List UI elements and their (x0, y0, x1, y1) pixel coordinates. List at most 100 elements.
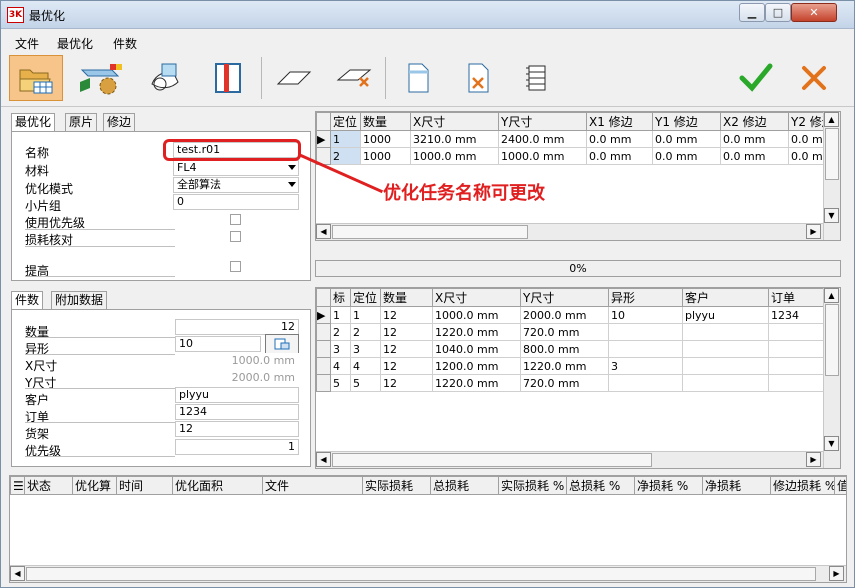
tab-parts[interactable]: 件数 (11, 291, 44, 310)
menu-file[interactable]: 文件 (15, 35, 39, 52)
table-cell[interactable]: 4 (350, 357, 381, 375)
parts-hscrollbar[interactable]: ◀ ▶ (316, 451, 823, 468)
ok-button[interactable] (729, 55, 783, 101)
table-cell[interactable]: 12 (380, 340, 433, 358)
column-header[interactable]: 净损耗 (702, 476, 771, 495)
column-header[interactable]: 异形 (608, 288, 683, 307)
prio-input[interactable]: 1 (175, 439, 299, 455)
scroll-left-icon[interactable]: ◀ (316, 224, 331, 239)
table-cell[interactable]: 0.0 mm (586, 130, 653, 148)
table-cell[interactable]: 1040.0 mm (432, 340, 521, 358)
table-cell[interactable]: 0.0 mm (652, 147, 721, 165)
table-cell[interactable]: 5 (330, 374, 351, 392)
column-header[interactable]: 定位 (350, 288, 381, 307)
table-cell[interactable]: 3210.0 mm (410, 130, 499, 148)
table-cell[interactable]: 1000 (360, 130, 411, 148)
scroll-left-icon[interactable]: ◀ (10, 566, 25, 581)
table-cell[interactable]: 1000.0 mm (498, 147, 587, 165)
table-cell[interactable]: 720.0 mm (520, 374, 609, 392)
scroll-thumb[interactable] (825, 128, 839, 180)
sheets-vscrollbar[interactable]: ▲ ▼ (823, 112, 840, 240)
column-header[interactable]: 净损耗 % (634, 476, 703, 495)
group-input[interactable]: 0 (173, 194, 299, 210)
table-row[interactable]: 2 1000 1000.0 mm 1000.0 mm 0.0 mm 0.0 mm… (316, 147, 825, 165)
table-cell[interactable]: 2 (330, 147, 361, 165)
table-row[interactable]: 4 4 12 1200.0 mm 1220.0 mm 3 (316, 357, 825, 375)
table-cell[interactable]: 800.0 mm (520, 340, 609, 358)
delete-shape-button[interactable] (327, 55, 381, 101)
table-cell[interactable]: 2400.0 mm (498, 130, 587, 148)
table-cell[interactable]: 1000.0 mm (410, 147, 499, 165)
column-header[interactable]: X尺寸 (410, 112, 499, 131)
column-header[interactable]: X尺寸 (432, 288, 521, 307)
table-cell[interactable]: 1000 (360, 147, 411, 165)
table-cell[interactable]: 1220.0 mm (432, 323, 521, 341)
table-cell[interactable]: 5 (350, 374, 381, 392)
tab-extra-data[interactable]: 附加数据 (51, 291, 108, 309)
mode-select[interactable]: 全部算法 (173, 177, 299, 193)
table-cell[interactable]: 1 (330, 306, 351, 324)
table-cell[interactable] (682, 357, 769, 375)
table-cell[interactable]: 0.0 mm (788, 130, 825, 148)
title-bar[interactable]: 3K 最优化 ▁ □ ✕ (1, 1, 854, 29)
column-header[interactable]: 总损耗 % (566, 476, 635, 495)
table-cell[interactable]: 1200.0 mm (432, 357, 521, 375)
column-header[interactable]: Y2 修边 (788, 112, 825, 131)
table-row[interactable]: 2 2 12 1220.0 mm 720.0 mm (316, 323, 825, 341)
scroll-thumb[interactable] (825, 304, 839, 376)
add-shape-button[interactable] (267, 55, 321, 101)
column-header[interactable]: 状态 (24, 476, 73, 495)
customer-input[interactable]: plyyu (175, 387, 299, 403)
table-row[interactable]: 5 5 12 1220.0 mm 720.0 mm (316, 374, 825, 392)
loss-check-checkbox[interactable] (230, 231, 241, 242)
scroll-up-icon[interactable]: ▲ (824, 112, 839, 127)
scroll-right-icon[interactable]: ▶ (806, 452, 821, 467)
table-cell[interactable]: 1234 (768, 306, 825, 324)
column-header[interactable]: 总损耗 (430, 476, 499, 495)
table-cell[interactable]: 0.0 mm (720, 130, 789, 148)
tab-trim[interactable]: 修边 (103, 113, 136, 131)
table-cell[interactable] (768, 374, 825, 392)
table-cell[interactable] (768, 357, 825, 375)
table-cell[interactable]: plyyu (682, 306, 769, 324)
tab-optimize[interactable]: 最优化 (11, 113, 56, 132)
qty-input[interactable]: 12 (175, 319, 299, 335)
table-cell[interactable]: 2000.0 mm (520, 306, 609, 324)
column-header[interactable]: 实际损耗 (362, 476, 431, 495)
table-cell[interactable]: 1000.0 mm (432, 306, 521, 324)
table-cell[interactable]: 1 (350, 306, 381, 324)
shape-picker-button[interactable] (265, 334, 299, 354)
scroll-down-icon[interactable]: ▼ (824, 208, 839, 223)
table-cell[interactable]: 10 (608, 306, 683, 324)
minimize-button[interactable]: ▁ (739, 3, 765, 22)
tab-sheet[interactable]: 原片 (65, 113, 98, 131)
column-header[interactable]: 优化面积 (172, 476, 263, 495)
scroll-right-icon[interactable]: ▶ (806, 224, 821, 239)
table-cell[interactable]: 12 (380, 357, 433, 375)
table-cell[interactable] (608, 323, 683, 341)
table-cell[interactable] (682, 374, 769, 392)
parts-vscrollbar[interactable]: ▲ ▼ (823, 288, 840, 468)
scroll-thumb[interactable] (332, 225, 528, 239)
raise-checkbox[interactable] (230, 261, 241, 272)
table-cell[interactable]: 1 (330, 130, 361, 148)
menu-optimize[interactable]: 最优化 (57, 35, 93, 52)
column-header[interactable]: 优化算 (72, 476, 117, 495)
column-header[interactable]: 定位 (330, 112, 361, 131)
menu-parts[interactable]: 件数 (113, 35, 137, 52)
table-cell[interactable] (608, 374, 683, 392)
table-cell[interactable] (682, 340, 769, 358)
column-header[interactable]: X2 修边 (720, 112, 789, 131)
table-cell[interactable]: 2 (330, 323, 351, 341)
table-cell[interactable] (682, 323, 769, 341)
column-header[interactable]: 修边损耗 % (770, 476, 835, 495)
table-cell[interactable]: 1220.0 mm (432, 374, 521, 392)
column-header[interactable]: 数量 (380, 288, 433, 307)
machine-button[interactable] (73, 55, 127, 101)
column-header[interactable]: 值 (834, 476, 847, 495)
table-cell[interactable]: 3 (330, 340, 351, 358)
table-cell[interactable]: 12 (380, 323, 433, 341)
table-row[interactable]: 3 3 12 1040.0 mm 800.0 mm (316, 340, 825, 358)
priority-checkbox[interactable] (230, 214, 241, 225)
shape-input[interactable]: 10 (175, 336, 261, 352)
